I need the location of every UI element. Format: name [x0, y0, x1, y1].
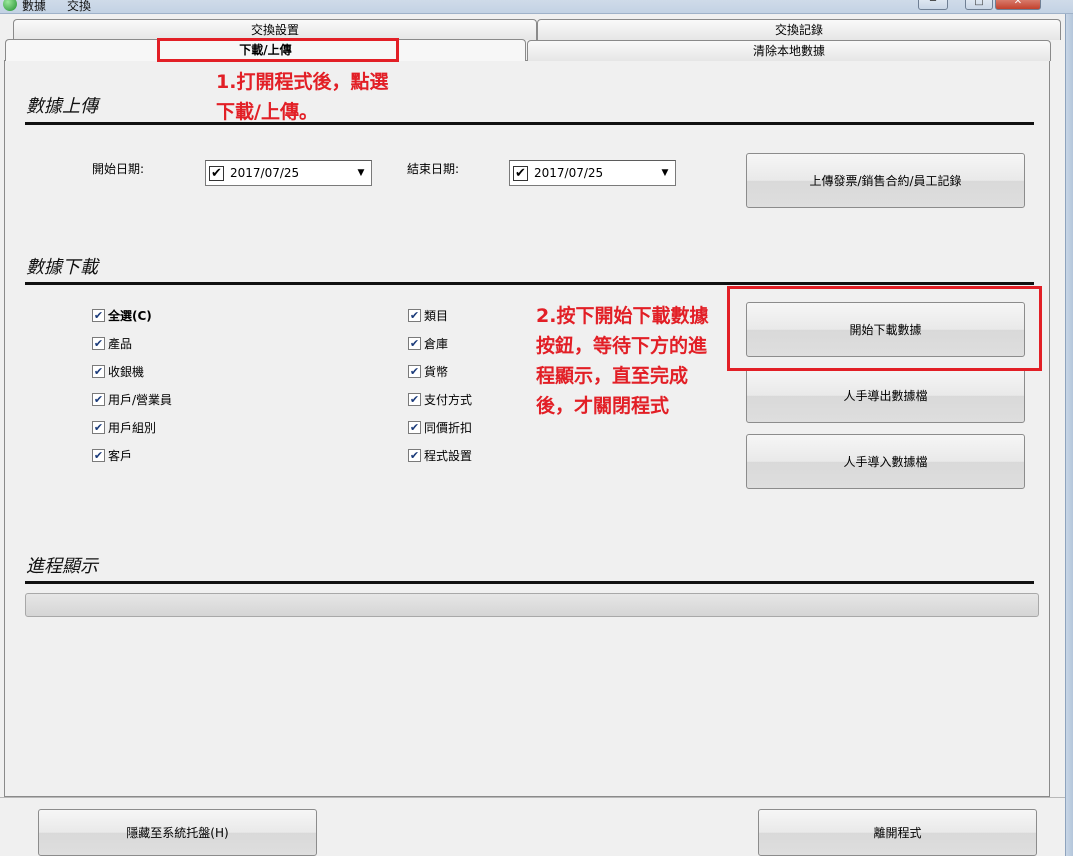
checkbox-program-settings[interactable]: ✔ 程式設置 [408, 447, 472, 463]
export-data-file-button[interactable]: 人手導出數據檔 [746, 368, 1025, 423]
end-date-label: 結束日期: [407, 162, 460, 176]
title-bar [0, 0, 1073, 14]
tab-exchange-records[interactable]: 交換記錄 [537, 19, 1061, 40]
checkbox-icon[interactable]: ✔ [92, 448, 105, 462]
chevron-down-icon[interactable]: ▼ [354, 164, 368, 182]
annotation-step2-line4: 後，才關閉程式 [536, 395, 670, 417]
annotation-step2: 2.按下開始下載數據 按鈕，等待下方的進 程顯示，直至完成 後，才關閉程式 [536, 301, 708, 421]
checkbox-icon[interactable]: ✔ [408, 448, 421, 462]
checkbox-icon[interactable]: ✔ [92, 392, 105, 406]
tab-clear-local-data[interactable]: 清除本地數據 [527, 40, 1051, 61]
annotation-step2-line1: 2.按下開始下載數據 [536, 305, 709, 327]
download-section-title: 數據下載 [26, 257, 98, 278]
start-date-label: 開始日期: [92, 162, 145, 176]
upload-section-rule [25, 122, 1034, 125]
checkbox-currencies[interactable]: ✔ 貨幣 [408, 363, 472, 379]
start-date-checkbox[interactable]: ✔ [209, 166, 224, 181]
checkbox-customers[interactable]: ✔ 客戶 [92, 447, 172, 463]
progress-section-rule [25, 581, 1034, 584]
close-button[interactable]: ✕ [995, 0, 1041, 10]
annotation-box-tab [157, 38, 399, 62]
start-date-picker[interactable]: ✔ 2017/07/25 ▼ [205, 160, 372, 186]
checkbox-same-price-discount[interactable]: ✔ 同價折扣 [408, 419, 472, 435]
menu-data[interactable]: 數據 [22, 0, 46, 14]
annotation-step1-line2: 下載/上傳。 [216, 101, 318, 123]
checkbox-cash-registers[interactable]: ✔ 收銀機 [92, 363, 172, 379]
minimize-button[interactable]: ─ [918, 0, 948, 10]
checkbox-icon[interactable]: ✔ [408, 392, 421, 406]
upload-section-title: 數據上傳 [26, 96, 98, 117]
annotation-step1: 1.打開程式後，點選 下載/上傳。 [216, 67, 388, 127]
progress-bar [25, 593, 1039, 617]
checkbox-icon[interactable]: ✔ [408, 364, 421, 378]
hide-to-tray-button[interactable]: 隱藏至系統托盤(H) [38, 809, 317, 856]
download-section-rule [25, 282, 1034, 285]
maximize-button[interactable]: □ [965, 0, 993, 10]
checkbox-icon[interactable]: ✔ [92, 420, 105, 434]
checkbox-icon[interactable]: ✔ [92, 336, 105, 350]
download-options-left: ✔ 全選(C) ✔ 產品 ✔ 收銀機 ✔ 用戶/營業員 ✔ 用戶組別 ✔ 客戶 [92, 307, 172, 463]
end-date-value: 2017/07/25 [534, 166, 604, 180]
checkbox-icon[interactable]: ✔ [408, 308, 421, 322]
checkbox-products[interactable]: ✔ 產品 [92, 335, 172, 351]
checkbox-icon[interactable]: ✔ [92, 364, 105, 378]
window-border [1065, 14, 1073, 856]
tab-exchange-settings[interactable]: 交換設置 [13, 19, 537, 40]
checkbox-categories[interactable]: ✔ 類目 [408, 307, 472, 323]
import-data-file-button[interactable]: 人手導入數據檔 [746, 434, 1025, 489]
checkbox-warehouses[interactable]: ✔ 倉庫 [408, 335, 472, 351]
annotation-box-download-button [727, 286, 1042, 371]
annotation-step1-line1: 1.打開程式後，點選 [216, 71, 389, 93]
checkbox-icon[interactable]: ✔ [408, 336, 421, 350]
exit-program-button[interactable]: 離開程式 [758, 809, 1037, 856]
checkbox-icon[interactable]: ✔ [92, 308, 105, 322]
checkbox-users-salespeople[interactable]: ✔ 用戶/營業員 [92, 391, 172, 407]
chevron-down-icon[interactable]: ▼ [658, 164, 672, 182]
progress-section-title: 進程顯示 [26, 556, 98, 577]
start-date-value: 2017/07/25 [230, 166, 300, 180]
checkbox-user-groups[interactable]: ✔ 用戶組別 [92, 419, 172, 435]
upload-records-button[interactable]: 上傳發票/銷售合約/員工記錄 [746, 153, 1025, 208]
bottom-separator [0, 797, 1065, 798]
menu-exchange[interactable]: 交換 [67, 0, 91, 14]
download-options-right: ✔ 類目 ✔ 倉庫 ✔ 貨幣 ✔ 支付方式 ✔ 同價折扣 ✔ 程式設置 [408, 307, 472, 463]
end-date-picker[interactable]: ✔ 2017/07/25 ▼ [509, 160, 676, 186]
annotation-step2-line3: 程顯示，直至完成 [536, 365, 689, 387]
checkbox-select-all[interactable]: ✔ 全選(C) [92, 307, 172, 323]
checkbox-icon[interactable]: ✔ [408, 420, 421, 434]
end-date-checkbox[interactable]: ✔ [513, 166, 528, 181]
annotation-step2-line2: 按鈕，等待下方的進 [536, 335, 708, 357]
checkbox-payment-methods[interactable]: ✔ 支付方式 [408, 391, 472, 407]
